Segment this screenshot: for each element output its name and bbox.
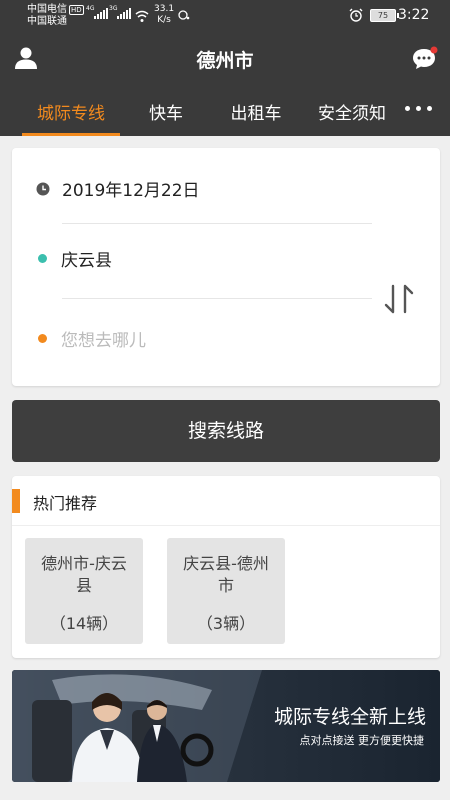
- signal-icon-2: 3G: [109, 5, 131, 19]
- alarm-icon: [349, 8, 363, 22]
- search-route-button[interactable]: 搜索线路: [12, 400, 440, 462]
- route-card-dezhou-qingyun[interactable]: 德州市-庆云县 （14辆）: [25, 538, 143, 644]
- banner-title: 城际专线全新上线: [273, 706, 426, 728]
- route-count: （3辆）: [196, 614, 256, 633]
- destination-placeholder: 您想去哪儿: [61, 331, 146, 351]
- hd-badge: HD: [69, 5, 84, 15]
- signal-icon-1: 4G: [86, 5, 108, 19]
- date-value: 2019年12月22日: [62, 181, 200, 201]
- route-card-qingyun-dezhou[interactable]: 庆云县-德州市 （3辆）: [167, 538, 285, 644]
- app-header: 德州市: [0, 34, 450, 84]
- swap-icon[interactable]: [382, 282, 416, 316]
- carrier-info: 中国电信 HD 中国联通: [27, 4, 84, 28]
- section-title: 热门推荐: [33, 494, 98, 513]
- destination-field[interactable]: 您想去哪儿: [36, 326, 370, 351]
- status-bar: 中国电信 HD 中国联通 4G 3G 33.1 K/s 75 3:22: [0, 0, 450, 34]
- tab-intercity[interactable]: 城际专线: [22, 84, 120, 136]
- divider: [62, 223, 372, 224]
- battery-indicator: 75: [370, 9, 399, 22]
- tab-express[interactable]: 快车: [138, 84, 194, 136]
- date-picker[interactable]: 2019年12月22日: [36, 176, 370, 201]
- wifi-icon: [135, 10, 149, 22]
- message-icon[interactable]: [412, 46, 438, 70]
- carrier-2: 中国联通: [27, 16, 67, 27]
- origin-dot-icon: [38, 254, 47, 263]
- more-icon[interactable]: [405, 106, 432, 111]
- route-name: 庆云县-德州市: [183, 554, 269, 595]
- divider: [62, 298, 372, 299]
- route-search-card: 2019年12月22日 庆云县 您想去哪儿: [12, 148, 440, 386]
- tab-bar: 城际专线 快车 出租车 安全须知: [0, 84, 450, 136]
- route-count: （14辆）: [49, 614, 119, 633]
- promo-banner[interactable]: 城际专线全新上线 点对点接送 更方便更快捷: [12, 670, 440, 782]
- destination-dot-icon: [38, 334, 47, 343]
- origin-value: 庆云县: [61, 251, 112, 271]
- carrier-1: 中国电信: [27, 4, 67, 15]
- tab-taxi[interactable]: 出租车: [220, 84, 292, 136]
- sync-icon: [178, 10, 190, 20]
- network-speed: 33.1 K/s: [154, 4, 175, 25]
- clock-time: 3:22: [398, 7, 430, 23]
- section-header: 热门推荐: [12, 476, 440, 526]
- tab-safety[interactable]: 安全须知: [310, 84, 394, 136]
- route-name: 德州市-庆云县: [41, 554, 127, 595]
- hot-recommend-card: 热门推荐 德州市-庆云县 （14辆） 庆云县-德州市 （3辆）: [12, 476, 440, 658]
- accent-bar: [12, 489, 20, 513]
- clock-icon: [36, 182, 50, 195]
- page-title: 德州市: [196, 50, 254, 72]
- banner-subtitle: 点对点接送 更方便更快捷: [299, 734, 425, 747]
- origin-field[interactable]: 庆云县: [36, 246, 370, 271]
